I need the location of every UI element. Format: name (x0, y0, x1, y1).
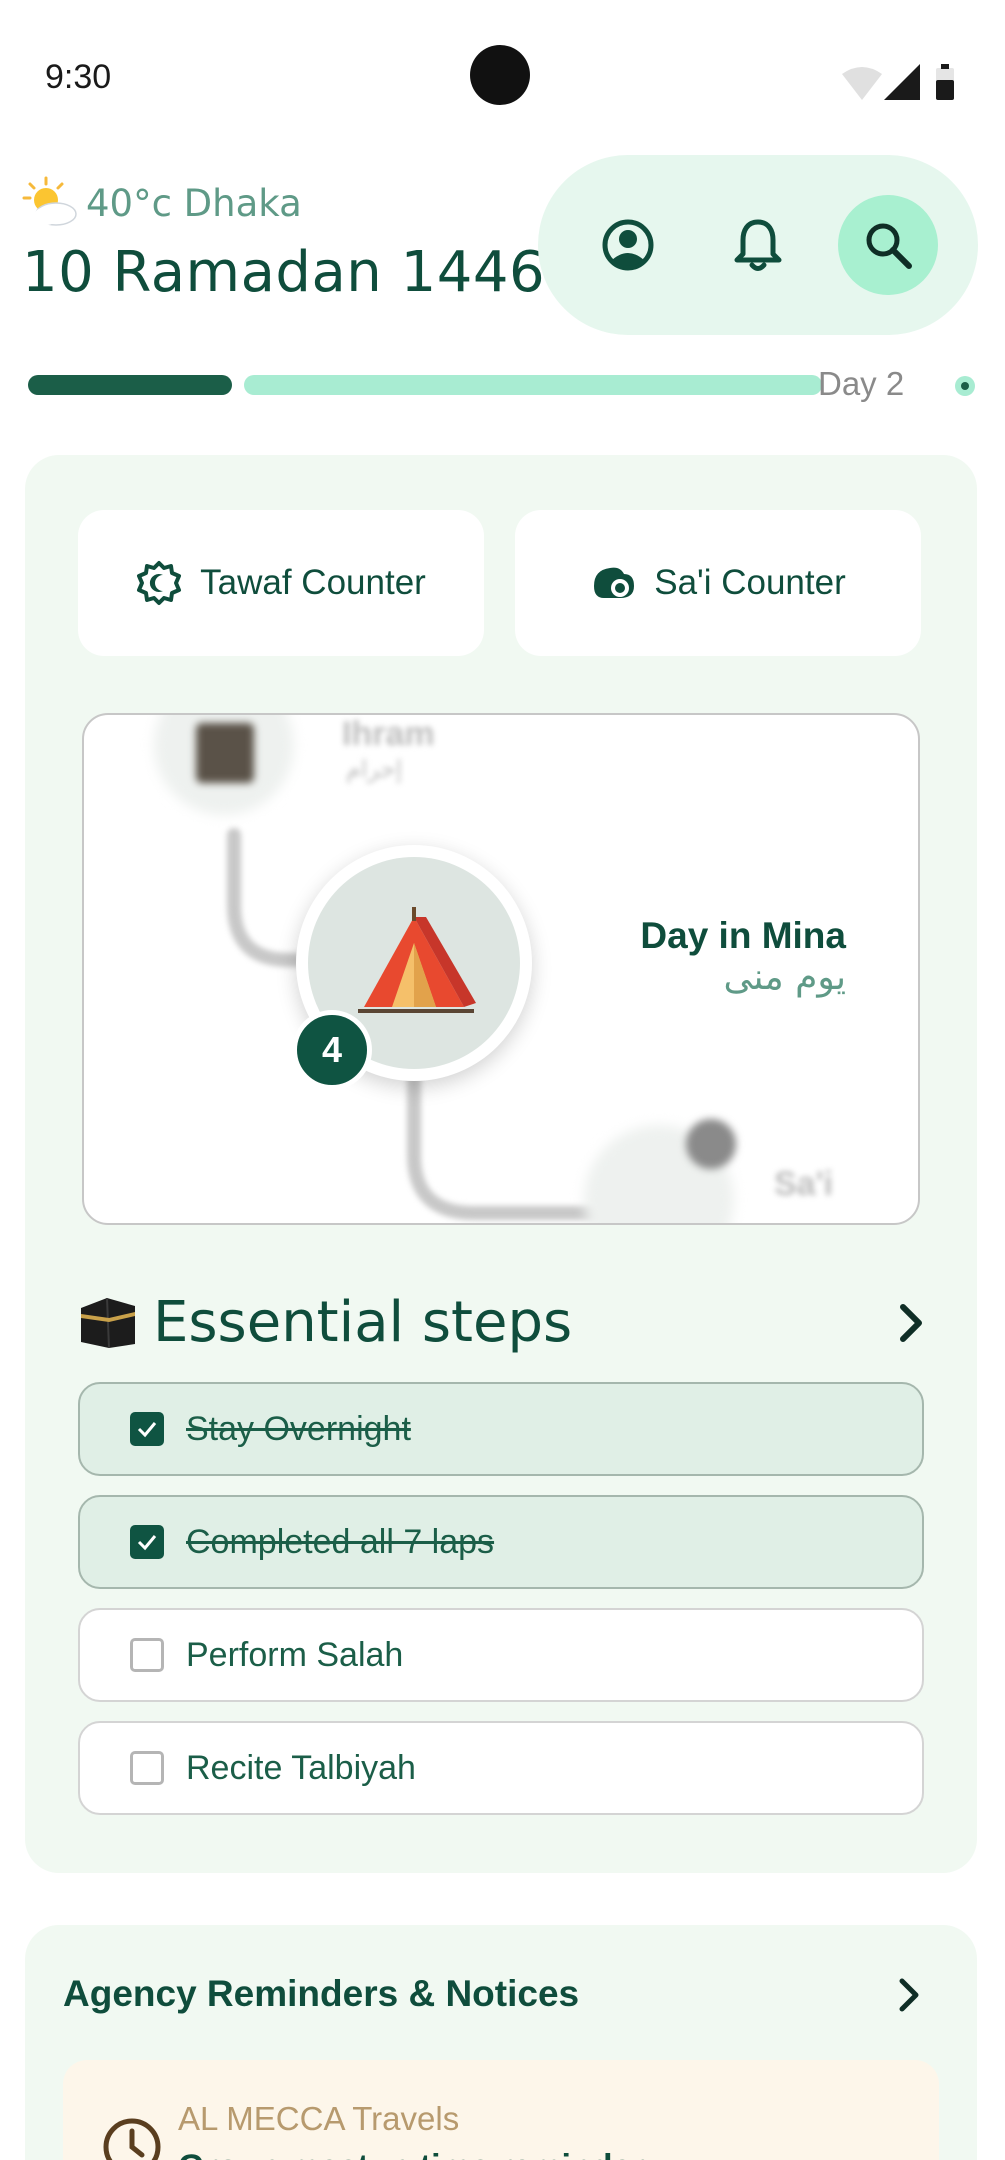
profile-icon (602, 219, 654, 271)
wifi-icon (842, 67, 882, 100)
bell-icon (734, 219, 782, 271)
journey-step-card[interactable]: Ihram إحرام Sa'i 4 Day in Mina يوم منى (82, 713, 920, 1225)
tawaf-counter-label: Tawaf Counter (200, 563, 426, 602)
status-icons (842, 64, 954, 100)
next-step-badge (686, 1119, 736, 1169)
agency-notices-card: Agency Reminders & Notices (25, 1925, 977, 2160)
search-button[interactable] (838, 195, 938, 295)
step-number-badge: 4 (292, 1010, 372, 1090)
kaaba-small-icon (196, 723, 254, 783)
next-step-label: Sa'i (774, 1165, 834, 1203)
signal-icon (884, 64, 920, 100)
search-icon (866, 223, 912, 269)
check-icon (137, 1535, 157, 1551)
sai-icon (594, 567, 635, 598)
check-icon (137, 1422, 157, 1438)
header-actions (538, 155, 978, 335)
prev-step-arabic: إحرام (346, 756, 403, 783)
day-label: Day 2 (818, 365, 905, 402)
notice-text: Group meetup time reminder (178, 2148, 645, 2160)
tawaf-counter-button[interactable]: Tawaf Counter (78, 510, 484, 656)
checkbox-unchecked[interactable] (130, 1638, 164, 1672)
agency-notices-title: Agency Reminders & Notices (63, 1973, 580, 2014)
chevron-right-icon[interactable] (891, 1301, 931, 1345)
prev-step-label: Ihram (342, 715, 435, 753)
camera-cutout (470, 45, 530, 105)
sun-behind-cloud-icon (22, 176, 80, 230)
essential-steps-header[interactable]: Essential steps (77, 1287, 937, 1357)
tawaf-icon (137, 561, 182, 605)
weather: 40°c Dhaka (22, 176, 302, 230)
progress-completed (28, 375, 232, 395)
day-indicator-dot (955, 376, 975, 396)
step-title-arabic: يوم منى (723, 957, 846, 998)
weather-text: 40°c Dhaka (86, 181, 302, 225)
task-item[interactable]: Perform Salah (78, 1608, 924, 1702)
task-item[interactable]: Recite Talbiyah (78, 1721, 924, 1815)
essential-steps-title: Essential steps (153, 1289, 573, 1355)
notice-agency-name: AL MECCA Travels (178, 2100, 460, 2137)
chevron-right-icon[interactable] (893, 1975, 925, 2015)
notifications-button[interactable] (708, 195, 808, 295)
task-item[interactable]: Completed all 7 laps (78, 1495, 924, 1589)
task-item[interactable]: Stay Overnight (78, 1382, 924, 1476)
profile-button[interactable] (578, 195, 678, 295)
hijri-date: 10 Ramadan 1446 (22, 240, 546, 305)
hajj-main-card: Tawaf Counter Sa'i Counter Ihram إحرام S… (25, 455, 977, 1873)
task-label: Completed all 7 laps (186, 1522, 495, 1561)
checkbox-checked[interactable] (130, 1412, 164, 1446)
status-bar: 9:30 (0, 0, 1005, 160)
sai-counter-label: Sa'i Counter (654, 563, 846, 602)
kaaba-icon (77, 1294, 139, 1350)
checkbox-unchecked[interactable] (130, 1751, 164, 1785)
task-label: Perform Salah (186, 1635, 404, 1674)
status-time: 9:30 (45, 58, 112, 96)
step-title: Day in Mina (640, 915, 846, 956)
task-label: Stay Overnight (186, 1409, 411, 1448)
clock-icon (103, 2118, 161, 2160)
sai-counter-button[interactable]: Sa'i Counter (515, 510, 921, 656)
progress-remaining (244, 375, 822, 395)
checkbox-checked[interactable] (130, 1525, 164, 1559)
task-label: Recite Talbiyah (186, 1748, 416, 1787)
